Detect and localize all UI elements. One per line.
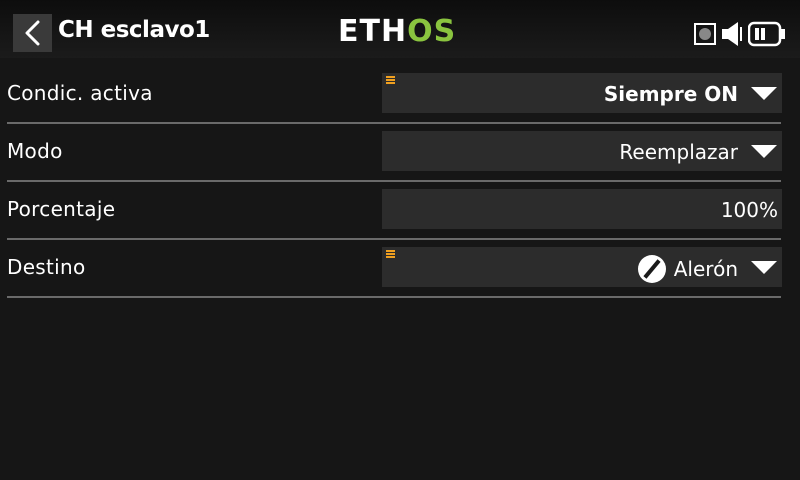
divider <box>7 296 781 298</box>
settings-list: Condic. activa Siempre ON Modo Reemplaza… <box>0 66 800 298</box>
record-icon <box>694 23 716 45</box>
destination-dropdown[interactable]: Alerón <box>382 247 782 287</box>
header-bar: CH esclavo1 ETHOS <box>0 0 800 58</box>
logo-eth: ETH <box>338 14 408 49</box>
page-title: CH esclavo1 <box>58 17 210 43</box>
chevron-down-icon <box>751 145 777 158</box>
field-value: 100% <box>720 198 778 222</box>
field-value: Siempre ON <box>603 82 738 106</box>
slash-circle-icon <box>637 255 666 283</box>
row-label: Modo <box>7 139 63 163</box>
row-label: Condic. activa <box>7 81 153 105</box>
field-value: Alerón <box>673 257 738 281</box>
mode-dropdown[interactable]: Reemplazar <box>382 131 782 171</box>
battery-icon <box>748 21 785 47</box>
speaker-icon <box>722 22 742 46</box>
row-label: Destino <box>7 255 86 279</box>
row-active-condition: Condic. activa Siempre ON <box>0 66 800 124</box>
menu-marker-icon <box>386 250 395 258</box>
logo-os: OS <box>407 14 457 49</box>
chevron-down-icon <box>751 87 777 100</box>
menu-marker-icon <box>386 76 395 84</box>
percentage-field[interactable]: 100% <box>382 189 782 229</box>
destination-value-group: Alerón <box>637 255 738 283</box>
row-percentage: Porcentaje 100% <box>0 182 800 240</box>
status-icons <box>694 20 786 48</box>
back-arrow-icon <box>25 20 39 46</box>
row-mode: Modo Reemplazar <box>0 124 800 182</box>
ethos-logo: ETHOS <box>338 17 456 47</box>
chevron-down-icon <box>751 261 777 274</box>
row-label: Porcentaje <box>7 197 116 221</box>
field-value: Reemplazar <box>619 140 738 164</box>
back-button[interactable] <box>13 14 52 52</box>
active-condition-dropdown[interactable]: Siempre ON <box>382 73 782 113</box>
row-destination: Destino Alerón <box>0 240 800 298</box>
